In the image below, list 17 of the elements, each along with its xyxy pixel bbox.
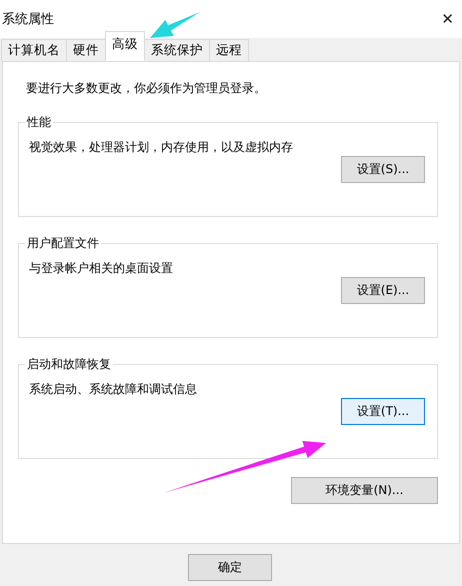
settings-button[interactable]: 设置(S)... bbox=[341, 156, 425, 183]
ok-button[interactable]: 确定 bbox=[188, 554, 272, 581]
notice-text: 要进行大多数更改，你必须作为管理员登录。 bbox=[25, 80, 267, 97]
group-title: 用户配置文件 bbox=[26, 235, 100, 252]
tab[interactable]: 计算机名 bbox=[1, 39, 67, 61]
close-icon[interactable]: ✕ bbox=[441, 10, 454, 28]
group-description: 与登录帐户相关的桌面设置 bbox=[29, 260, 174, 277]
settings-button[interactable]: 设置(T)... bbox=[341, 398, 425, 425]
group-description: 系统启动、系统故障和调试信息 bbox=[29, 381, 198, 398]
tab[interactable]: 高级 bbox=[105, 31, 145, 61]
group-title: 启动和故障恢复 bbox=[26, 356, 112, 373]
tab[interactable]: 远程 bbox=[209, 39, 249, 61]
window-title: 系统属性 bbox=[2, 11, 54, 28]
settings-button[interactable]: 设置(E)... bbox=[341, 277, 425, 304]
group-title: 性能 bbox=[26, 114, 52, 131]
environment-variables-button[interactable]: 环境变量(N)... bbox=[291, 477, 438, 504]
group-description: 视觉效果，处理器计划，内存使用，以及虚拟内存 bbox=[29, 139, 294, 156]
